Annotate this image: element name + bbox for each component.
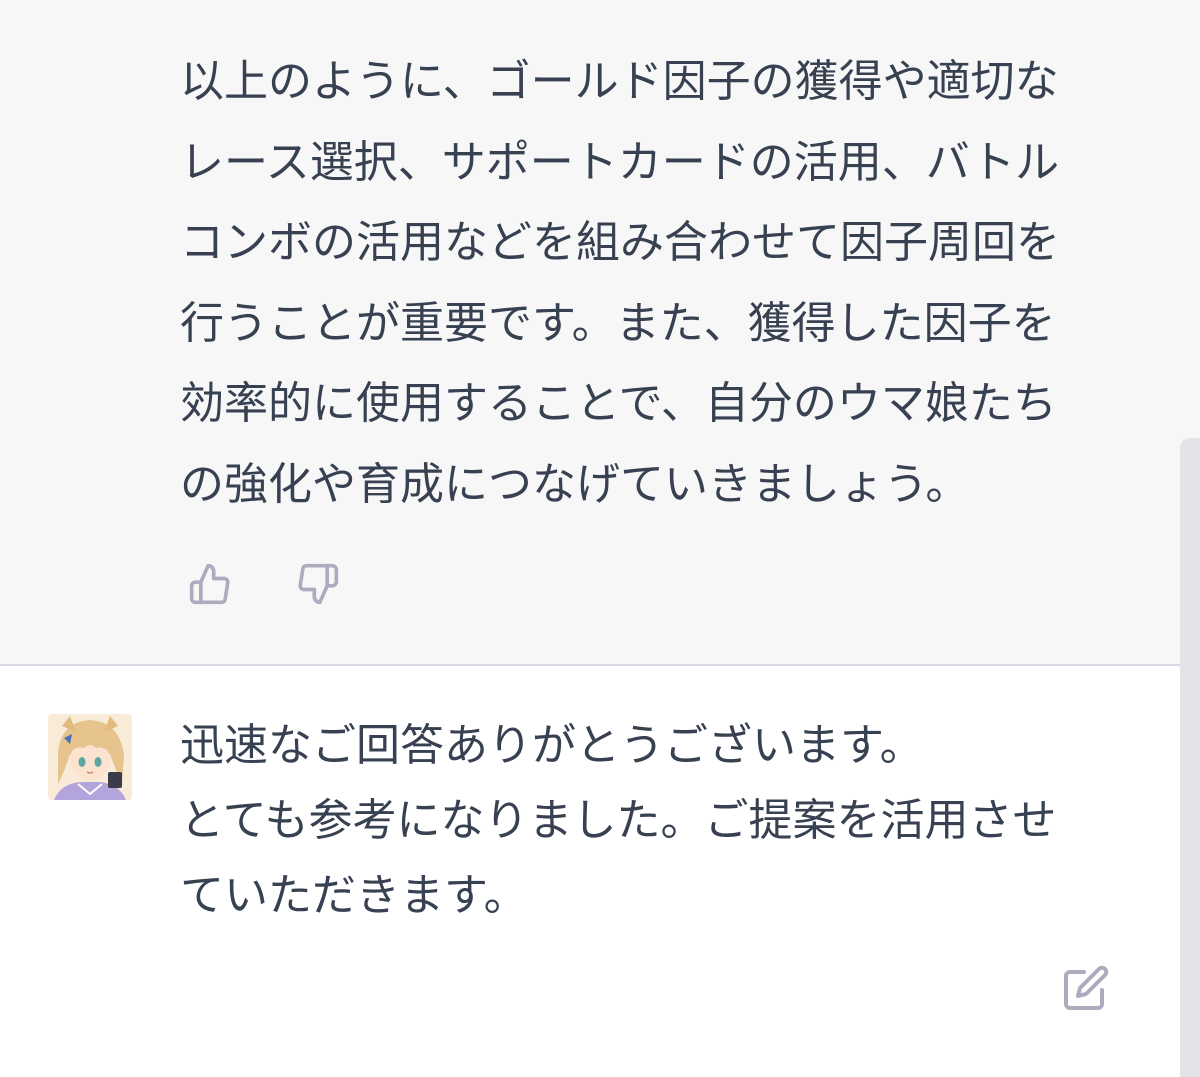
assistant-line: の強化や育成につなげていきましょう。 [180,458,970,510]
scrollbar-thumb[interactable] [1180,438,1200,1077]
assistant-line: レース選択、サポートカードの活用、バトル [180,136,1060,188]
user-message-text: 迅速なご回答ありがとうございます。 とても参考になりました。ご提案を活用させ て… [180,708,1110,933]
user-avatar [48,714,132,800]
user-line: ていただきます。 [180,870,528,921]
edit-icon [1064,965,1109,1010]
assistant-line: 効率的に使用することで、自分のウマ娘たち [180,378,1057,429]
thumbs-up-button[interactable] [186,560,234,608]
thumbs-down-button[interactable] [294,560,342,608]
feedback-buttons [186,560,342,608]
thumbs-down-icon [298,563,339,605]
user-line: とても参考になりました。ご提案を活用させ [180,795,1057,846]
assistant-line: 以上のように、ゴールド因子の獲得や適切な [180,56,1059,107]
user-line: 迅速なご回答ありがとうございます。 [180,720,924,771]
user-message: 迅速なご回答ありがとうございます。 とても参考になりました。ご提案を活用させ て… [0,666,1200,1077]
edit-message-button[interactable] [1062,964,1110,1012]
assistant-message-text: 以上のように、ゴールド因子の獲得や適切な レース選択、サポートカードの活用、バト… [180,42,1110,525]
thumbs-up-icon [189,563,230,605]
assistant-line: 行うことが重要です。また、獲得した因子を [180,297,1056,349]
avatar-illustration [48,714,132,800]
chat-page: 以上のように、ゴールド因子の獲得や適切な レース選択、サポートカードの活用、バト… [0,0,1200,1077]
assistant-line: コンボの活用などを組み合わせて因子周回を [180,217,1060,268]
assistant-message: 以上のように、ゴールド因子の獲得や適切な レース選択、サポートカードの活用、バト… [0,0,1200,666]
